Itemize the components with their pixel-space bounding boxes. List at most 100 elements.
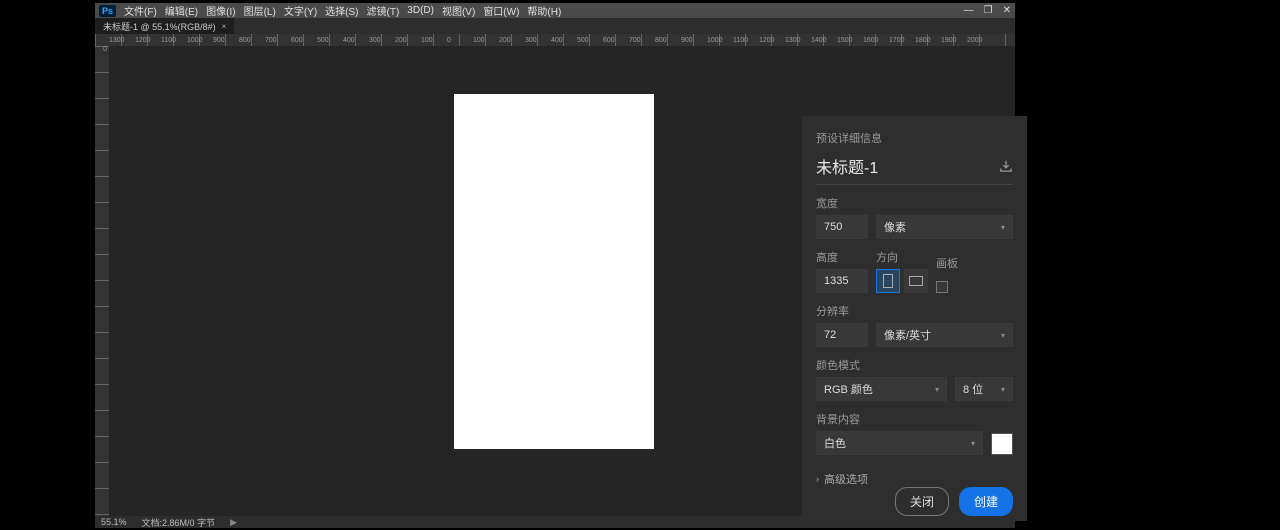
ruler-tick: 1400 — [811, 37, 837, 44]
colormode-select[interactable]: RGB 颜色 ▾ — [816, 377, 947, 401]
ruler-tick: 300 — [369, 37, 395, 44]
chevron-down-icon: ▾ — [1001, 331, 1005, 340]
ruler-tick: 1000 — [707, 37, 733, 44]
advanced-options-toggle[interactable]: › 高级选项 — [816, 471, 1013, 487]
menu-window[interactable]: 窗口(W) — [483, 3, 519, 18]
app-logo: Ps — [99, 5, 116, 17]
ruler-tick — [95, 488, 109, 514]
canvas[interactable] — [454, 94, 654, 449]
background-select[interactable]: 白色 ▾ — [816, 431, 983, 455]
ruler-tick — [95, 124, 109, 150]
tab-close-icon[interactable]: × — [222, 22, 227, 31]
background-color-swatch[interactable] — [991, 433, 1013, 455]
ruler-tick — [95, 176, 109, 202]
resolution-input[interactable] — [816, 323, 868, 347]
ruler-tick: 800 — [239, 37, 265, 44]
document-title[interactable]: 未标题-1 — [816, 154, 878, 178]
caret-right-icon[interactable]: ▶ — [230, 517, 237, 528]
create-button[interactable]: 创建 — [959, 487, 1013, 516]
menu-filter[interactable]: 滤镜(T) — [367, 3, 400, 18]
ruler-tick: 600 — [291, 37, 317, 44]
maximize-button[interactable]: ❐ — [984, 5, 993, 16]
ruler-tick: 400 — [343, 37, 369, 44]
menu-select[interactable]: 选择(S) — [325, 3, 358, 18]
close-button[interactable]: 关闭 — [895, 487, 949, 516]
menu-view[interactable]: 视图(V) — [442, 3, 475, 18]
artboard-label: 画板 — [936, 255, 958, 271]
ruler-tick — [95, 280, 109, 306]
document-tab-label: 未标题-1 @ 55.1%(RGB/8#) — [103, 20, 216, 33]
ruler-tick: 600 — [603, 37, 629, 44]
canvas-area[interactable]: 预设详细信息 未标题-1 宽度 像素 ▾ 高度 — [109, 46, 1015, 516]
ruler-tick: 200 — [395, 37, 421, 44]
background-value: 白色 — [824, 435, 846, 451]
ruler-tick — [95, 202, 109, 228]
ruler-tick: 1100 — [161, 37, 187, 44]
ruler-tick: 700 — [265, 37, 291, 44]
ruler-tick: 1100 — [733, 37, 759, 44]
vertical-ruler: 0 — [95, 46, 109, 516]
ruler-tick — [95, 358, 109, 384]
width-label: 宽度 — [816, 195, 1013, 211]
width-unit-select[interactable]: 像素 ▾ — [876, 215, 1013, 239]
menu-image[interactable]: 图像(I) — [206, 3, 235, 18]
menu-edit[interactable]: 编辑(E) — [165, 3, 198, 18]
resolution-label: 分辨率 — [816, 303, 1013, 319]
resolution-unit-select[interactable]: 像素/英寸 ▾ — [876, 323, 1013, 347]
menu-help[interactable]: 帮助(H) — [527, 3, 561, 18]
bitdepth-value: 8 位 — [963, 381, 983, 397]
ruler-tick: 800 — [655, 37, 681, 44]
ruler-tick: 0 — [95, 46, 109, 72]
ruler-tick — [95, 384, 109, 410]
advanced-options-label: 高级选项 — [824, 471, 868, 487]
minimize-button[interactable]: — — [964, 5, 974, 16]
zoom-level[interactable]: 55.1% — [101, 517, 127, 527]
orientation-portrait-button[interactable] — [876, 269, 900, 293]
ruler-tick: 500 — [577, 37, 603, 44]
ruler-tick — [95, 98, 109, 124]
ruler-tick: 1700 — [889, 37, 915, 44]
width-unit-value: 像素 — [884, 219, 906, 235]
close-button[interactable]: ✕ — [1003, 5, 1011, 16]
ruler-tick — [95, 150, 109, 176]
colormode-label: 颜色模式 — [816, 357, 1013, 373]
ruler-tick: 1600 — [863, 37, 889, 44]
save-preset-icon[interactable] — [999, 160, 1013, 172]
menu-type[interactable]: 文字(Y) — [284, 3, 317, 18]
ruler-tick: 200 — [499, 37, 525, 44]
bitdepth-select[interactable]: 8 位 ▾ — [955, 377, 1013, 401]
ruler-tick: 1000 — [187, 37, 213, 44]
ruler-tick: 1300 — [785, 37, 811, 44]
width-input[interactable] — [816, 215, 868, 239]
window-controls: — ❐ ✕ — [964, 3, 1011, 18]
workspace: 0 预设详细信息 未标题-1 宽度 像素 ▾ — [95, 46, 1015, 516]
orientation-label: 方向 — [876, 249, 928, 265]
menu-3d[interactable]: 3D(D) — [407, 5, 434, 16]
ruler-tick — [95, 306, 109, 332]
new-document-panel: 预设详细信息 未标题-1 宽度 像素 ▾ 高度 — [802, 116, 1027, 521]
ruler-tick: 700 — [629, 37, 655, 44]
document-tab[interactable]: 未标题-1 @ 55.1%(RGB/8#) × — [95, 18, 234, 34]
tab-bar: 未标题-1 @ 55.1%(RGB/8#) × — [95, 18, 1015, 34]
ruler-tick: 400 — [551, 37, 577, 44]
ruler-tick: 1500 — [837, 37, 863, 44]
menu-file[interactable]: 文件(F) — [124, 3, 157, 18]
ruler-tick — [95, 462, 109, 488]
ruler-tick: 0 — [447, 37, 473, 44]
height-label: 高度 — [816, 249, 868, 265]
chevron-down-icon: ▾ — [1001, 385, 1005, 394]
ruler-tick: 1900 — [941, 37, 967, 44]
ruler-tick: 1800 — [915, 37, 941, 44]
chevron-down-icon: ▾ — [971, 439, 975, 448]
height-input[interactable] — [816, 269, 868, 293]
doc-info[interactable]: 文档:2.86M/0 字节 — [142, 516, 216, 529]
ruler-tick: 1300 — [109, 37, 135, 44]
menu-layer[interactable]: 图层(L) — [244, 3, 276, 18]
ruler-tick — [95, 228, 109, 254]
ruler-tick: 900 — [681, 37, 707, 44]
colormode-value: RGB 颜色 — [824, 381, 873, 397]
horizontal-ruler: 1300120011001000900800700600500400300200… — [95, 34, 1015, 46]
orientation-landscape-button[interactable] — [904, 269, 928, 293]
menubar: Ps 文件(F) 编辑(E) 图像(I) 图层(L) 文字(Y) 选择(S) 滤… — [95, 3, 1015, 18]
artboard-checkbox[interactable] — [936, 281, 948, 293]
